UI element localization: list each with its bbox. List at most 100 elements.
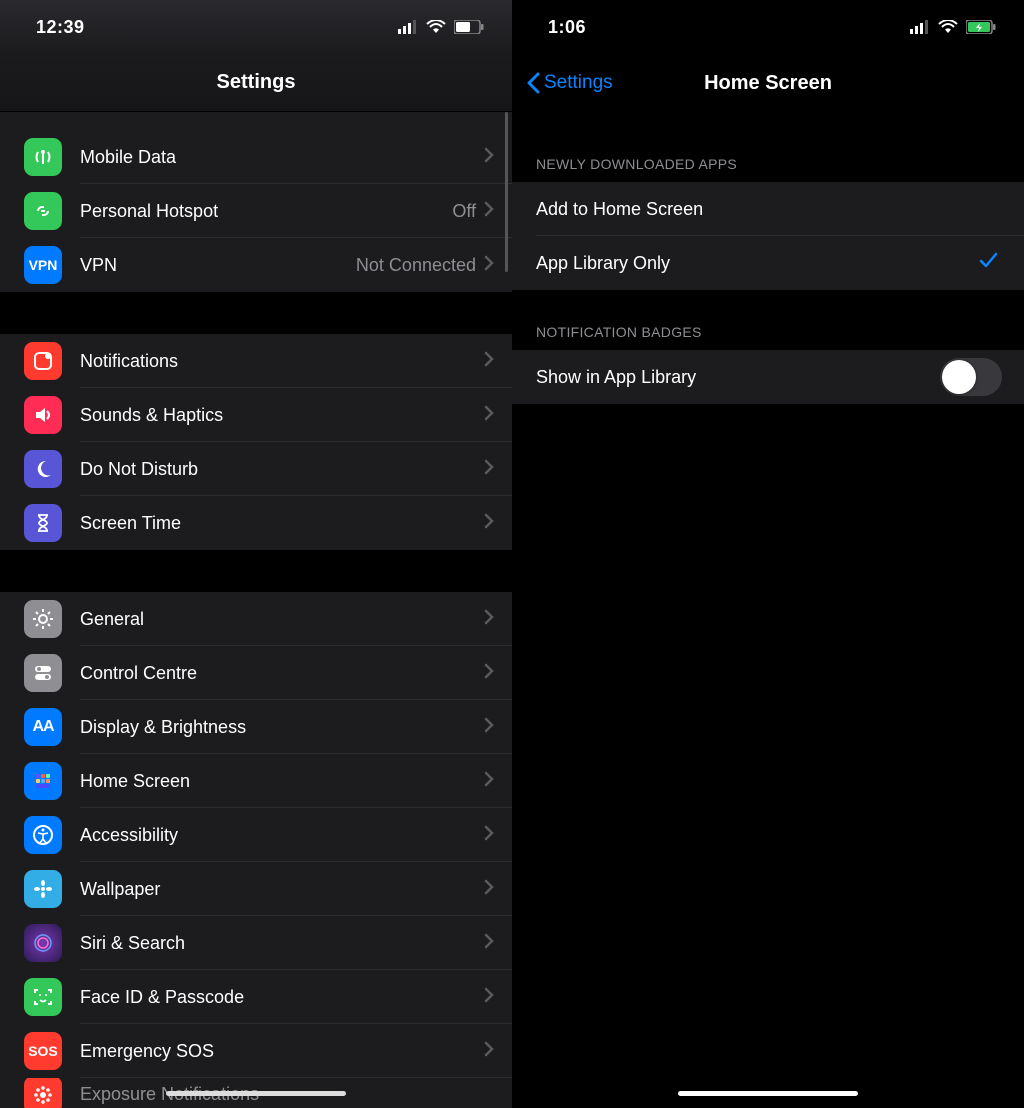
cellular-signal-icon bbox=[910, 20, 930, 34]
settings-row-sos[interactable]: SOS Emergency SOS bbox=[0, 1024, 512, 1078]
battery-icon bbox=[454, 20, 484, 34]
settings-row-accessibility[interactable]: Accessibility bbox=[0, 808, 512, 862]
page-title: Settings bbox=[217, 71, 296, 94]
chevron-right-icon bbox=[484, 987, 494, 1008]
siri-icon bbox=[24, 924, 62, 962]
section-header-notification-badges: NOTIFICATION BADGES bbox=[512, 324, 1024, 350]
settings-row-sounds[interactable]: Sounds & Haptics bbox=[0, 388, 512, 442]
settings-row-vpn[interactable]: VPN VPN Not Connected bbox=[0, 238, 512, 292]
flower-icon bbox=[24, 870, 62, 908]
status-icons bbox=[398, 20, 484, 34]
row-label: Display & Brightness bbox=[80, 717, 484, 738]
partial-row-top bbox=[0, 112, 512, 130]
wifi-icon bbox=[426, 20, 446, 34]
chevron-right-icon bbox=[484, 825, 494, 846]
group-newly-downloaded: Add to Home Screen App Library Only bbox=[512, 182, 1024, 290]
sos-icon: SOS bbox=[24, 1032, 62, 1070]
settings-list[interactable]: Mobile Data Personal Hotspot Off VPN VPN… bbox=[0, 112, 512, 1108]
nav-bar: Settings Home Screen bbox=[512, 54, 1024, 112]
settings-screen: 12:39 Settings Mobile Data bbox=[0, 0, 512, 1108]
row-label: Accessibility bbox=[80, 825, 484, 846]
faceid-icon bbox=[24, 978, 62, 1016]
cellular-signal-icon bbox=[398, 20, 418, 34]
row-label: Notifications bbox=[80, 351, 484, 372]
settings-row-dnd[interactable]: Do Not Disturb bbox=[0, 442, 512, 496]
settings-row-wallpaper[interactable]: Wallpaper bbox=[0, 862, 512, 916]
settings-group-general: General Control Centre AA Display & Brig… bbox=[0, 592, 512, 1108]
settings-group-notifications: Notifications Sounds & Haptics bbox=[0, 334, 512, 550]
nav-bar: Settings bbox=[0, 54, 512, 112]
row-label: Personal Hotspot bbox=[80, 201, 452, 222]
option-add-to-home-screen[interactable]: Add to Home Screen bbox=[512, 182, 1024, 236]
notification-icon bbox=[24, 342, 62, 380]
settings-row-home-screen[interactable]: Home Screen bbox=[0, 754, 512, 808]
moon-icon bbox=[24, 450, 62, 488]
chevron-right-icon bbox=[484, 717, 494, 738]
wifi-icon bbox=[938, 20, 958, 34]
home-grid-icon bbox=[24, 762, 62, 800]
settings-row-faceid[interactable]: Face ID & Passcode bbox=[0, 970, 512, 1024]
option-app-library-only[interactable]: App Library Only bbox=[512, 236, 1024, 290]
chevron-right-icon bbox=[484, 201, 494, 222]
chevron-right-icon bbox=[484, 351, 494, 372]
row-label: Screen Time bbox=[80, 513, 484, 534]
chevron-right-icon bbox=[484, 459, 494, 480]
row-label: Emergency SOS bbox=[80, 1041, 484, 1062]
page-title: Home Screen bbox=[704, 72, 832, 95]
row-detail: Off bbox=[452, 201, 476, 222]
chevron-right-icon bbox=[484, 405, 494, 426]
settings-group-connectivity: Mobile Data Personal Hotspot Off VPN VPN… bbox=[0, 130, 512, 292]
home-screen-content: NEWLY DOWNLOADED APPS Add to Home Screen… bbox=[512, 112, 1024, 1108]
link-icon bbox=[24, 192, 62, 230]
toggle-switch[interactable] bbox=[940, 358, 1002, 396]
settings-row-notifications[interactable]: Notifications bbox=[0, 334, 512, 388]
status-time: 1:06 bbox=[548, 17, 586, 38]
group-notification-badges: Show in App Library bbox=[512, 350, 1024, 404]
hourglass-icon bbox=[24, 504, 62, 542]
chevron-right-icon bbox=[484, 663, 494, 684]
chevron-right-icon bbox=[484, 255, 494, 276]
row-label: Home Screen bbox=[80, 771, 484, 792]
row-label: Sounds & Haptics bbox=[80, 405, 484, 426]
chevron-right-icon bbox=[484, 771, 494, 792]
chevron-left-icon bbox=[526, 72, 540, 94]
accessibility-icon bbox=[24, 816, 62, 854]
chevron-right-icon bbox=[484, 879, 494, 900]
exposure-icon bbox=[24, 1078, 62, 1108]
gear-icon bbox=[24, 600, 62, 638]
settings-row-control-centre[interactable]: Control Centre bbox=[0, 646, 512, 700]
status-bar: 12:39 bbox=[0, 0, 512, 54]
row-label: Mobile Data bbox=[80, 147, 484, 168]
settings-row-siri[interactable]: Siri & Search bbox=[0, 916, 512, 970]
chevron-right-icon bbox=[484, 1041, 494, 1062]
row-label: Wallpaper bbox=[80, 879, 484, 900]
switches-icon bbox=[24, 654, 62, 692]
settings-row-screen-time[interactable]: Screen Time bbox=[0, 496, 512, 550]
chevron-right-icon bbox=[484, 147, 494, 168]
home-indicator[interactable] bbox=[166, 1091, 346, 1096]
row-label: App Library Only bbox=[536, 253, 978, 274]
home-indicator[interactable] bbox=[678, 1091, 858, 1096]
chevron-right-icon bbox=[484, 609, 494, 630]
row-label: Do Not Disturb bbox=[80, 459, 484, 480]
toggle-show-in-app-library[interactable]: Show in App Library bbox=[512, 350, 1024, 404]
settings-row-personal-hotspot[interactable]: Personal Hotspot Off bbox=[0, 184, 512, 238]
row-label: Control Centre bbox=[80, 663, 484, 684]
settings-row-display[interactable]: AA Display & Brightness bbox=[0, 700, 512, 754]
text-size-icon: AA bbox=[24, 708, 62, 746]
row-label: Face ID & Passcode bbox=[80, 987, 484, 1008]
row-label: VPN bbox=[80, 255, 356, 276]
scrollbar-thumb[interactable] bbox=[505, 112, 508, 272]
checkmark-icon bbox=[978, 250, 998, 276]
settings-row-mobile-data[interactable]: Mobile Data bbox=[0, 130, 512, 184]
chevron-right-icon bbox=[484, 933, 494, 954]
back-button[interactable]: Settings bbox=[526, 72, 613, 94]
row-label: General bbox=[80, 609, 484, 630]
row-label: Show in App Library bbox=[536, 367, 940, 388]
home-screen-settings: 1:06 Settings Home Screen NEWLY DOWNLOAD… bbox=[512, 0, 1024, 1108]
settings-row-general[interactable]: General bbox=[0, 592, 512, 646]
row-detail: Not Connected bbox=[356, 255, 476, 276]
row-label: Add to Home Screen bbox=[536, 199, 1024, 220]
status-time: 12:39 bbox=[36, 17, 85, 38]
status-bar: 1:06 bbox=[512, 0, 1024, 54]
